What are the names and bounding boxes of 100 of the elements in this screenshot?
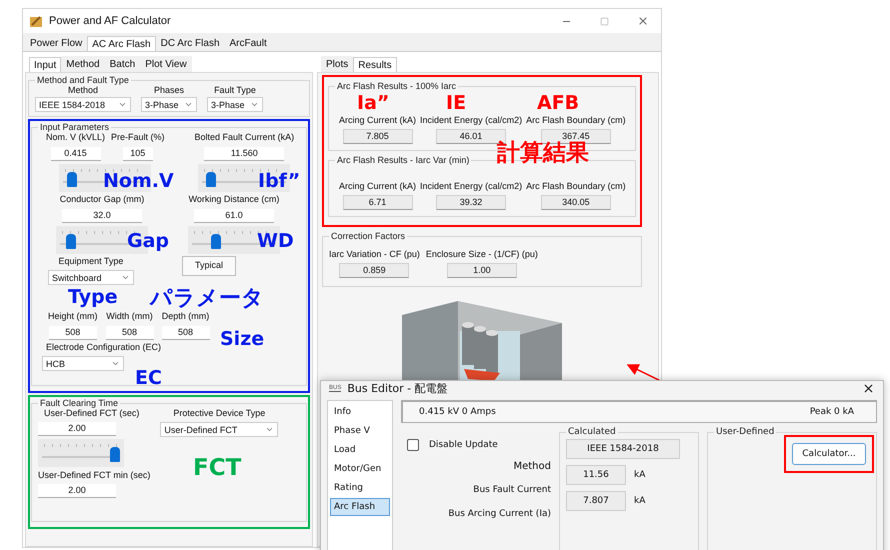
input-field[interactable]: 61.0 xyxy=(194,209,274,223)
dropdown[interactable]: 3-Phase xyxy=(141,97,197,112)
nav-item[interactable]: Rating xyxy=(330,479,390,497)
field-label: Incident Energy (cal/cm2) xyxy=(420,115,522,126)
field-label: Height (mm) xyxy=(48,311,98,322)
output-field: 7.805 xyxy=(342,129,413,144)
input-field[interactable]: 2.00 xyxy=(38,484,116,498)
field-label: Nom. V (kVLL) xyxy=(46,132,106,143)
caret-icon xyxy=(111,359,120,368)
field-label: Arc Flash Boundary (cm) xyxy=(526,181,626,192)
output-field: 340.05 xyxy=(540,195,611,210)
close-icon[interactable] xyxy=(862,382,875,395)
output-field: 0.859 xyxy=(339,263,410,278)
checkbox-label: Disable Update xyxy=(429,440,498,450)
dropdown[interactable]: HCB xyxy=(42,356,124,371)
group-title: Arc Flash Results - Iarc Var (min) xyxy=(336,155,470,165)
slider-thumb[interactable] xyxy=(66,234,76,249)
status-text: 0.415 kV 0 Amps xyxy=(419,407,496,417)
unit-label: kA xyxy=(634,470,646,480)
field-label: Bus Fault Current xyxy=(473,485,551,497)
output-field: 11.56 xyxy=(566,465,626,485)
tab[interactable]: Method xyxy=(61,56,105,72)
field-label: User-Defined FCT min (sec) xyxy=(38,470,150,481)
group-title: Fault Clearing Time xyxy=(39,398,120,408)
group-title: Arc Flash Results - 100% Iarc xyxy=(336,81,458,91)
status-text: Peak 0 kA xyxy=(810,407,854,417)
input-field[interactable]: 11.560 xyxy=(204,147,284,161)
unit-label: kA xyxy=(634,496,646,506)
field-label: Depth (mm) xyxy=(162,311,210,322)
slider[interactable] xyxy=(38,439,124,467)
field-label: Iarc Variation - CF (pu) xyxy=(329,249,420,260)
field-label: Protective Device Type xyxy=(173,408,266,419)
output-field: IEEE 1584-2018 xyxy=(566,439,680,459)
field-label: Working Distance (cm) xyxy=(188,194,280,205)
field-label: Bolted Fault Current (kA) xyxy=(194,132,294,143)
nav-item[interactable]: Phase V xyxy=(330,422,390,440)
field-label: Width (mm) xyxy=(106,311,153,322)
typical-button[interactable]: Typical xyxy=(182,256,236,276)
field-label: User-Defined FCT (sec) xyxy=(43,408,140,419)
output-field: 6.71 xyxy=(342,195,413,210)
window-title: Bus Editor - 配電盤 xyxy=(347,381,449,396)
field-label: Conductor Gap (mm) xyxy=(60,194,144,205)
annotation-text: Size xyxy=(220,330,264,349)
slider-thumb[interactable] xyxy=(66,172,77,187)
checkbox[interactable] xyxy=(407,439,419,451)
caret-icon xyxy=(265,425,274,434)
tab[interactable]: Input xyxy=(29,57,62,73)
input-field[interactable]: 2.00 xyxy=(38,422,116,436)
group-title: User-Defined xyxy=(715,427,776,437)
input-field[interactable]: 508 xyxy=(48,326,97,340)
slider-thumb[interactable] xyxy=(110,447,120,462)
annotation-text: Gap xyxy=(127,232,170,251)
group-title: Input Parameters xyxy=(39,122,110,132)
annotation-text: Ia” xyxy=(357,94,390,113)
field-label: Method xyxy=(513,461,551,474)
tab[interactable]: Plots xyxy=(321,56,354,72)
field-label: Arc Flash Boundary (cm) xyxy=(526,115,626,126)
group-title: Method and Fault Type xyxy=(36,75,130,85)
field-label: Enclosure Size - (1/CF) (pu) xyxy=(426,249,538,260)
nav-item[interactable]: Arc Flash xyxy=(330,498,390,516)
field-label: Electrode Configuration (EC) xyxy=(45,342,162,353)
annotation-text: パラメータ xyxy=(150,288,264,310)
caret-icon xyxy=(250,100,259,109)
output-field: 7.807 xyxy=(566,491,626,511)
field-label: Incident Energy (cal/cm2) xyxy=(420,181,522,192)
dropdown[interactable]: Switchboard xyxy=(48,270,134,285)
dropdown[interactable]: 3-Phase xyxy=(207,97,263,112)
slider-thumb[interactable] xyxy=(206,172,216,187)
annotation-text: Ibf” xyxy=(258,172,300,191)
tab[interactable]: Results xyxy=(353,57,397,73)
annotation-text: WD xyxy=(257,232,294,251)
input-field[interactable]: 105 xyxy=(122,147,153,161)
tab[interactable]: AC Arc Flash xyxy=(87,36,156,52)
dropdown[interactable]: IEEE 1584-2018 xyxy=(35,97,131,112)
slider-thumb[interactable] xyxy=(210,234,220,249)
tab[interactable]: Batch xyxy=(104,56,140,72)
annotation-text: Nom.V xyxy=(103,172,174,191)
caret-icon xyxy=(118,100,127,109)
annotation-text: Type xyxy=(68,288,118,307)
field-label: Arcing Current (kA) xyxy=(339,181,416,192)
annotation-text: IE xyxy=(446,94,466,113)
dropdown[interactable]: User-Defined FCT xyxy=(160,422,278,437)
field-label: Phases xyxy=(154,85,184,96)
tab[interactable]: Plot View xyxy=(140,56,192,72)
annotation-text: FCT xyxy=(193,457,242,480)
annotation-text: EC xyxy=(135,369,162,388)
group-title: Calculated xyxy=(567,427,617,437)
field-label: Fault Type xyxy=(214,85,256,96)
input-field[interactable]: 508 xyxy=(162,326,210,340)
input-field[interactable]: 508 xyxy=(106,326,154,340)
input-field[interactable]: 0.415 xyxy=(50,147,100,161)
field-label: Arcing Current (kA) xyxy=(339,115,416,126)
nav-item[interactable]: Info xyxy=(330,403,390,421)
nav-item[interactable]: Load xyxy=(330,441,390,459)
app-icon xyxy=(29,14,43,28)
input-field[interactable]: 32.0 xyxy=(62,209,142,223)
calculator-button[interactable]: Calculator... xyxy=(792,443,866,465)
output-field: 1.00 xyxy=(446,263,517,278)
annotation-text: AFB xyxy=(537,94,580,113)
nav-item[interactable]: Motor/Gen xyxy=(330,460,390,478)
